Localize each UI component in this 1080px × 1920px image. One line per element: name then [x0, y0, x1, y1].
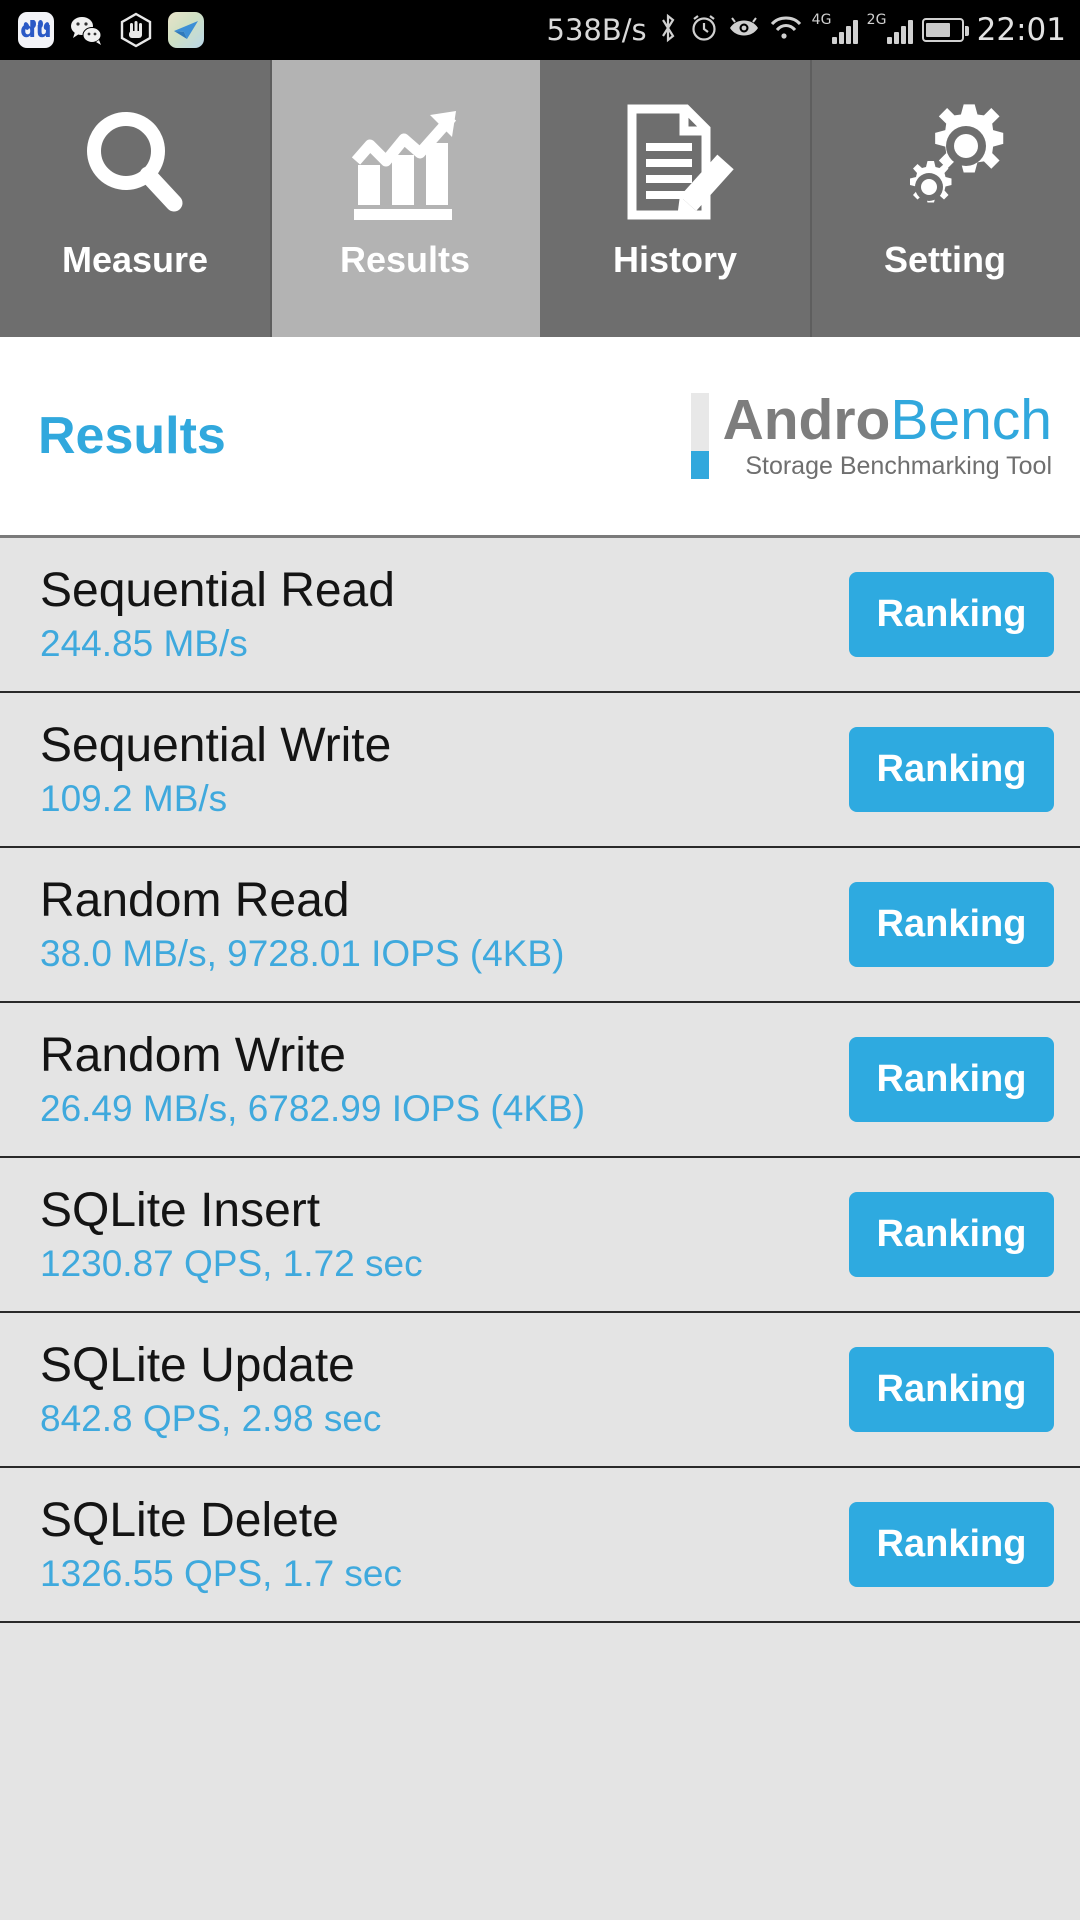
logo-wordmark: AndroBench: [723, 391, 1052, 449]
battery-icon: [921, 18, 969, 42]
logo-word-bench: Bench: [890, 388, 1052, 453]
tab-setting[interactable]: Setting: [810, 60, 1080, 337]
tab-results[interactable]: Results: [270, 60, 540, 337]
document-pencil-icon: [610, 96, 740, 231]
row-text-block: SQLite Insert 1230.87 QPS, 1.72 sec: [40, 1183, 423, 1285]
logo-tagline: Storage Benchmarking Tool: [745, 451, 1052, 480]
clock-label: 22:01: [976, 12, 1066, 48]
eye-care-icon: [728, 14, 760, 46]
logo-bar-mark: [690, 393, 709, 479]
benchmark-name: SQLite Delete: [40, 1493, 339, 1547]
page-title: Results: [38, 407, 226, 465]
ranking-button[interactable]: Ranking: [849, 572, 1054, 657]
benchmark-value: 842.8 QPS, 2.98 sec: [40, 1398, 382, 1440]
benchmark-value: 1326.55 QPS, 1.7 sec: [40, 1553, 403, 1595]
network-speed-label: 538B/s: [546, 13, 647, 47]
benchmark-name: SQLite Update: [40, 1338, 355, 1392]
tab-bar: Measure Results History Setting: [0, 60, 1080, 337]
baidu-icon-label: du: [20, 17, 52, 43]
results-list: Sequential Read 244.85 MB/s Ranking Sequ…: [0, 538, 1080, 1623]
table-row[interactable]: Random Read 38.0 MB/s, 9728.01 IOPS (4KB…: [0, 848, 1080, 1003]
ranking-button[interactable]: Ranking: [849, 1347, 1054, 1432]
row-text-block: Sequential Write 109.2 MB/s: [40, 718, 392, 820]
bar-chart-arrow-icon: [340, 96, 470, 231]
ranking-button[interactable]: Ranking: [849, 1037, 1054, 1122]
gears-icon: [880, 96, 1010, 231]
ranking-button[interactable]: Ranking: [849, 727, 1054, 812]
signal-2g-label: 2G: [866, 12, 887, 28]
benchmark-name: Random Write: [40, 1028, 346, 1082]
benchmark-value: 109.2 MB/s: [40, 778, 228, 820]
table-row[interactable]: SQLite Update 842.8 QPS, 2.98 sec Rankin…: [0, 1313, 1080, 1468]
androbench-logo: AndroBench Storage Benchmarking Tool: [690, 391, 1052, 480]
row-text-block: SQLite Delete 1326.55 QPS, 1.7 sec: [40, 1493, 403, 1595]
signal-bars-2g: 2G: [867, 12, 913, 44]
alarm-clock-icon: [689, 13, 719, 47]
app-screen: du 538B/s 4G 2G 22:01 Measure Results Hi…: [0, 0, 1080, 1920]
blocker-hand-icon: [118, 12, 154, 48]
table-row[interactable]: SQLite Insert 1230.87 QPS, 1.72 sec Rank…: [0, 1158, 1080, 1313]
baidu-icon: du: [18, 12, 54, 48]
tab-history[interactable]: History: [540, 60, 810, 337]
benchmark-name: Sequential Write: [40, 718, 392, 772]
row-text-block: Random Write 26.49 MB/s, 6782.99 IOPS (4…: [40, 1028, 586, 1130]
wifi-icon: [769, 14, 803, 46]
table-row[interactable]: Random Write 26.49 MB/s, 6782.99 IOPS (4…: [0, 1003, 1080, 1158]
magnifier-icon: [70, 96, 200, 231]
table-row[interactable]: Sequential Write 109.2 MB/s Ranking: [0, 693, 1080, 848]
maps-icon: [168, 12, 204, 48]
signal-bars-4g: 4G: [812, 12, 858, 44]
tab-measure[interactable]: Measure: [0, 60, 270, 337]
logo-word-andro: Andro: [722, 388, 891, 453]
status-bar-system-icons: 538B/s 4G 2G 22:01: [547, 12, 1066, 48]
tab-results-label: Results: [339, 239, 471, 280]
benchmark-value: 244.85 MB/s: [40, 623, 248, 665]
logo-text: AndroBench Storage Benchmarking Tool: [723, 391, 1052, 480]
page-header: Results AndroBench Storage Benchmarking …: [0, 337, 1080, 538]
table-row[interactable]: Sequential Read 244.85 MB/s Ranking: [0, 538, 1080, 693]
status-bar-notification-icons: du: [18, 12, 204, 48]
ranking-button[interactable]: Ranking: [849, 882, 1054, 967]
list-empty-space: [0, 1623, 1080, 1920]
row-text-block: Sequential Read 244.85 MB/s: [40, 563, 395, 665]
benchmark-name: Random Read: [40, 873, 350, 927]
benchmark-value: 26.49 MB/s, 6782.99 IOPS (4KB): [40, 1088, 586, 1130]
table-row[interactable]: SQLite Delete 1326.55 QPS, 1.7 sec Ranki…: [0, 1468, 1080, 1623]
tab-measure-label: Measure: [61, 239, 209, 280]
ranking-button[interactable]: Ranking: [849, 1502, 1054, 1587]
benchmark-name: Sequential Read: [40, 563, 395, 617]
signal-4g-label: 4G: [811, 12, 832, 28]
tab-history-label: History: [612, 239, 738, 280]
wechat-icon: [68, 12, 104, 48]
benchmark-name: SQLite Insert: [40, 1183, 321, 1237]
bluetooth-icon: [656, 12, 680, 48]
row-text-block: Random Read 38.0 MB/s, 9728.01 IOPS (4KB…: [40, 873, 565, 975]
row-text-block: SQLite Update 842.8 QPS, 2.98 sec: [40, 1338, 382, 1440]
benchmark-value: 1230.87 QPS, 1.72 sec: [40, 1243, 423, 1285]
ranking-button[interactable]: Ranking: [849, 1192, 1054, 1277]
tab-setting-label: Setting: [884, 239, 1006, 280]
benchmark-value: 38.0 MB/s, 9728.01 IOPS (4KB): [40, 933, 565, 975]
status-bar: du 538B/s 4G 2G 22:01: [0, 0, 1080, 60]
